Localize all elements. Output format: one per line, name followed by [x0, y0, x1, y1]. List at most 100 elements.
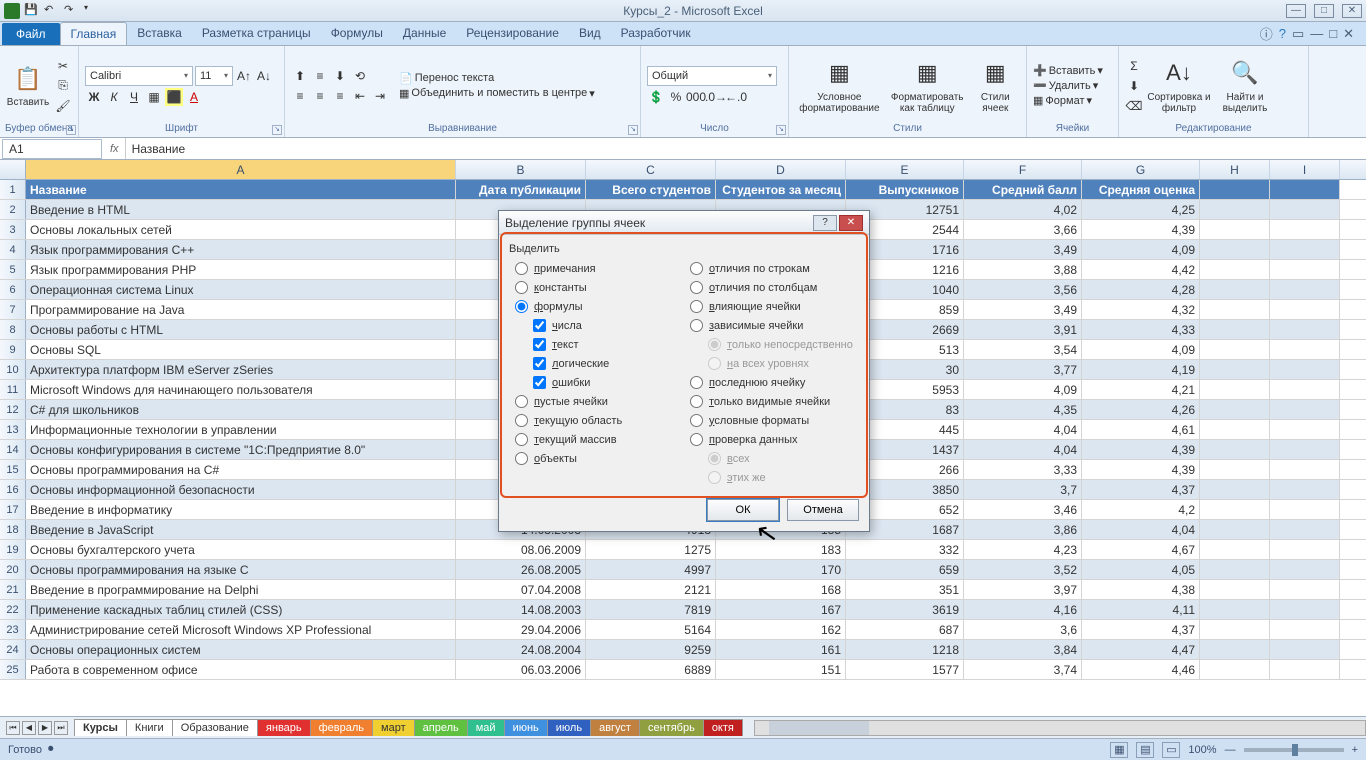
cell[interactable]: 9259 [586, 640, 716, 659]
increase-font-button[interactable]: A↑ [235, 67, 253, 85]
sheet-tab[interactable]: сентябрь [639, 719, 704, 736]
header-cell[interactable]: Дата публикации [456, 180, 586, 199]
row-number[interactable]: 8 [0, 320, 26, 339]
fill-color-button[interactable]: ⬛ [165, 88, 183, 106]
cell[interactable]: 4,39 [1082, 220, 1200, 239]
dialog-option[interactable]: текст [509, 335, 684, 354]
cell[interactable]: 1218 [846, 640, 964, 659]
dialog-option[interactable]: объекты [509, 449, 684, 468]
cell[interactable]: 332 [846, 540, 964, 559]
cell[interactable]: 3619 [846, 600, 964, 619]
cell[interactable]: 06.03.2006 [456, 660, 586, 679]
font-size-combo[interactable]: 11 [195, 66, 233, 86]
sheet-tab[interactable]: апрель [414, 719, 468, 736]
align-bottom-button[interactable]: ⬇ [331, 67, 349, 85]
dialog-help-button[interactable]: ? [813, 215, 837, 231]
clear-button[interactable]: ⌫ [1125, 97, 1143, 115]
save-icon[interactable]: 💾 [24, 3, 40, 19]
cell[interactable]: Основы программирования на C# [26, 460, 456, 479]
cell[interactable]: Основы бухгалтерского учета [26, 540, 456, 559]
cell[interactable]: Основы конфигурирования в системе "1С:Пр… [26, 440, 456, 459]
cell[interactable]: 4,37 [1082, 620, 1200, 639]
ribbon-tab-5[interactable]: Рецензирование [456, 22, 569, 45]
dialog-option[interactable]: пустые ячейки [509, 392, 684, 411]
find-select-button[interactable]: 🔍Найти и выделить [1215, 53, 1275, 119]
tab-nav-first[interactable]: ⏮ [6, 721, 20, 735]
dialog-option[interactable]: текущий массив [509, 430, 684, 449]
cell[interactable]: 4,61 [1082, 420, 1200, 439]
row-number[interactable]: 1 [0, 180, 26, 199]
column-header[interactable]: H [1200, 160, 1270, 179]
sheet-tab[interactable]: август [590, 719, 640, 736]
header-cell[interactable]: Выпускников [846, 180, 964, 199]
sheet-tab[interactable]: май [467, 719, 505, 736]
help-icon[interactable]: ? [1279, 26, 1286, 41]
cell[interactable]: 08.06.2009 [456, 540, 586, 559]
dialog-launcher-icon[interactable]: ↘ [272, 125, 282, 135]
cell[interactable]: Операционная система Linux [26, 280, 456, 299]
cell[interactable]: Основы программирования на языке С [26, 560, 456, 579]
cell[interactable]: 4,38 [1082, 580, 1200, 599]
orientation-button[interactable]: ⟲ [351, 67, 369, 85]
row-number[interactable]: 15 [0, 460, 26, 479]
increase-indent-button[interactable]: ⇥ [371, 87, 389, 105]
cell[interactable]: 4,32 [1082, 300, 1200, 319]
cell[interactable]: 4,21 [1082, 380, 1200, 399]
cell[interactable]: 4,04 [964, 420, 1082, 439]
horizontal-scrollbar[interactable] [754, 720, 1366, 736]
currency-button[interactable]: 💲 [647, 88, 665, 106]
header-cell[interactable]: Средний балл [964, 180, 1082, 199]
cut-button[interactable]: ✂ [54, 57, 72, 75]
ribbon-tab-3[interactable]: Формулы [321, 22, 393, 45]
header-cell[interactable]: Всего студентов [586, 180, 716, 199]
zoom-out-button[interactable]: — [1225, 744, 1236, 756]
sheet-tab[interactable]: февраль [310, 719, 373, 736]
font-color-button[interactable]: A [185, 88, 203, 106]
cell[interactable]: 3,49 [964, 300, 1082, 319]
cell[interactable]: 5164 [586, 620, 716, 639]
cell[interactable]: 3,77 [964, 360, 1082, 379]
cell[interactable]: Основы локальных сетей [26, 220, 456, 239]
zoom-in-button[interactable]: + [1352, 744, 1358, 756]
dialog-option[interactable]: проверка данных [684, 430, 859, 449]
header-cell[interactable]: Студентов за месяц [716, 180, 846, 199]
column-header[interactable]: F [964, 160, 1082, 179]
row-number[interactable]: 4 [0, 240, 26, 259]
conditional-formatting-button[interactable]: ▦Условное форматирование [795, 53, 884, 119]
cell[interactable]: 2121 [586, 580, 716, 599]
doc-min-icon[interactable]: — [1310, 26, 1323, 41]
cell[interactable]: Архитектура платформ IBM eServer zSeries [26, 360, 456, 379]
tab-nav-next[interactable]: ▶ [38, 721, 52, 735]
cell[interactable]: 659 [846, 560, 964, 579]
column-header[interactable]: I [1270, 160, 1340, 179]
sheet-tab[interactable]: Курсы [74, 719, 127, 736]
cell[interactable]: 3,74 [964, 660, 1082, 679]
ribbon-tab-2[interactable]: Разметка страницы [192, 22, 321, 45]
cell[interactable]: 24.08.2004 [456, 640, 586, 659]
maximize-button[interactable]: □ [1314, 4, 1334, 18]
cell[interactable]: 4997 [586, 560, 716, 579]
cell[interactable]: 183 [716, 540, 846, 559]
undo-icon[interactable]: ↶ [44, 3, 60, 19]
cell[interactable]: Работа в современном офисе [26, 660, 456, 679]
cell[interactable]: 4,19 [1082, 360, 1200, 379]
dialog-launcher-icon[interactable]: ↘ [66, 125, 76, 135]
column-header[interactable]: C [586, 160, 716, 179]
column-header[interactable]: G [1082, 160, 1200, 179]
cell[interactable]: 4,42 [1082, 260, 1200, 279]
wrap-text-button[interactable]: 📄 Перенос текста [399, 72, 595, 85]
insert-cells-button[interactable]: ➕ Вставить ▾ [1033, 64, 1103, 77]
cell[interactable]: 4,2 [1082, 500, 1200, 519]
decrease-indent-button[interactable]: ⇤ [351, 87, 369, 105]
cell[interactable]: Введение в программирование на Delphi [26, 580, 456, 599]
sheet-tab[interactable]: Книги [126, 719, 173, 736]
sheet-tab[interactable]: июнь [504, 719, 548, 736]
row-number[interactable]: 5 [0, 260, 26, 279]
row-number[interactable]: 18 [0, 520, 26, 539]
cell[interactable]: 3,46 [964, 500, 1082, 519]
align-left-button[interactable]: ≡ [291, 87, 309, 105]
cell[interactable]: 4,46 [1082, 660, 1200, 679]
cell[interactable]: Введение в HTML [26, 200, 456, 219]
cell[interactable]: 29.04.2006 [456, 620, 586, 639]
ok-button[interactable]: ОК [707, 499, 779, 521]
